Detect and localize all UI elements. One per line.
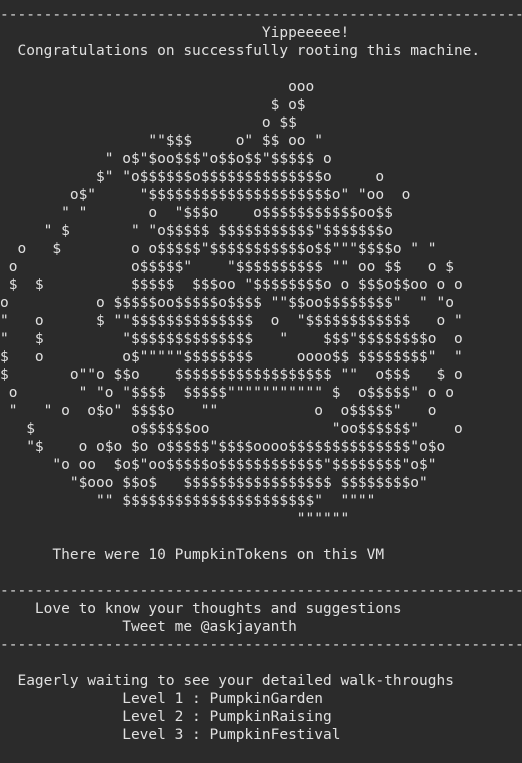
pumpkin-ascii-art-line: " " o "$$$o o$$$$$$$$$$$oo$$ bbox=[0, 205, 393, 221]
pumpkin-ascii-art-line: " " o o$o" $$$$o "" o o$$$$$" o bbox=[0, 403, 437, 419]
twitter-handle: Tweet me @askjayanth bbox=[0, 619, 297, 635]
separator-line: ----------------------------------------… bbox=[0, 637, 522, 653]
pumpkin-ascii-art-line: $" "o$$$$$$o$$$$$$$$$$$$$$o o bbox=[0, 169, 385, 185]
pumpkin-ascii-art-line: $ o o$"""""$$$$$$$$ oooo$$ $$$$$$$$" " bbox=[0, 349, 463, 365]
pumpkin-ascii-art-line: $ o""o $$o $$$$$$$$$$$$$$$$$$ "" o$$$ $ … bbox=[0, 367, 463, 383]
level-2-item: Level 2 : PumpkinRaising bbox=[0, 709, 332, 725]
pumpkin-ascii-art-line: o $ o o$$$$$"$$$$$$$$$$$o$$"""$$$$o " " bbox=[0, 241, 437, 257]
pumpkin-ascii-art-line: "$ooo $$o$ $$$$$$$$$$$$$$$$$ $$$$$$$$o" bbox=[0, 475, 428, 491]
pumpkin-ascii-art-line: $ $ $$$$$ $$$oo "$$$$$$$$o o $$$o$$oo o … bbox=[0, 277, 463, 293]
feedback-message: Love to know your thoughts and suggestio… bbox=[0, 601, 402, 617]
pumpkin-ascii-art-line: " $ " "o$$$$$ $$$$$$$$$$$"$$$$$$$o bbox=[0, 223, 393, 239]
separator-line: ----------------------------------------… bbox=[0, 7, 522, 23]
pumpkin-ascii-art-line: $ o$ bbox=[0, 97, 306, 113]
pumpkin-ascii-art-line: o$" "$$$$$$$$$$$$$$$$$$$$$o" "oo o bbox=[0, 187, 411, 203]
separator-line: ----------------------------------------… bbox=[0, 583, 522, 599]
pumpkin-ascii-art-line: o $$ bbox=[0, 115, 297, 131]
walkthroughs-message: Eagerly waiting to see your detailed wal… bbox=[0, 673, 454, 689]
pumpkin-ascii-art-line: ooo bbox=[0, 79, 315, 95]
pumpkin-ascii-art-line: o " "o "$$$$ $$$$$""""""""""" $ o$$$$$" … bbox=[0, 385, 454, 401]
pumpkin-ascii-art-line: $ o$$$$$$oo "oo$$$$$$" o bbox=[0, 421, 463, 437]
congratulations-message: Congratulations on successfully rooting … bbox=[0, 43, 481, 59]
pumpkin-ascii-art-line: " $ "$$$$$$$$$$$$$$ " $$$"$$$$$$$$o o bbox=[0, 331, 463, 347]
pumpkin-ascii-art-line: "$ o o$o $o o$$$$$"$$$$oooo$$$$$$$$$$$$$… bbox=[0, 439, 446, 455]
pumpkin-ascii-art-line: "o oo $o$"oo$$$$$o$$$$$$$$$$$$"$$$$$$$$"… bbox=[0, 457, 437, 473]
pumpkin-ascii-art-line: o o$$$$$" "$$$$$$$$$$ "" oo $$ o $ bbox=[0, 259, 454, 275]
pumpkin-ascii-art-line: ""$$$ o" $$ oo " bbox=[0, 133, 324, 149]
pumpkin-ascii-art-line: " o $ ""$$$$$$$$$$$$$$ o "$$$$$$$$$$$$ o… bbox=[0, 313, 463, 329]
level-1-item: Level 1 : PumpkinGarden bbox=[0, 691, 324, 707]
pumpkin-ascii-art-line: " o$"$oo$$$"o$$o$$"$$$$$ o bbox=[0, 151, 332, 167]
greeting-heading: Yippeeeee! bbox=[0, 25, 350, 41]
terminal-window[interactable]: ----------------------------------------… bbox=[0, 0, 522, 763]
level-3-item: Level 3 : PumpkinFestival bbox=[0, 727, 341, 743]
pumpkin-ascii-art-line: "" $$$$$$$$$$$$$$$$$$$$$$" """" bbox=[0, 493, 376, 509]
pumpkin-ascii-art-line: """""" bbox=[0, 511, 350, 527]
pumpkin-ascii-art-line: o o $$$$$oo$$$$$o$$$$ ""$$oo$$$$$$$$" " … bbox=[0, 295, 454, 311]
tokens-message: There were 10 PumpkinTokens on this VM bbox=[0, 547, 385, 563]
